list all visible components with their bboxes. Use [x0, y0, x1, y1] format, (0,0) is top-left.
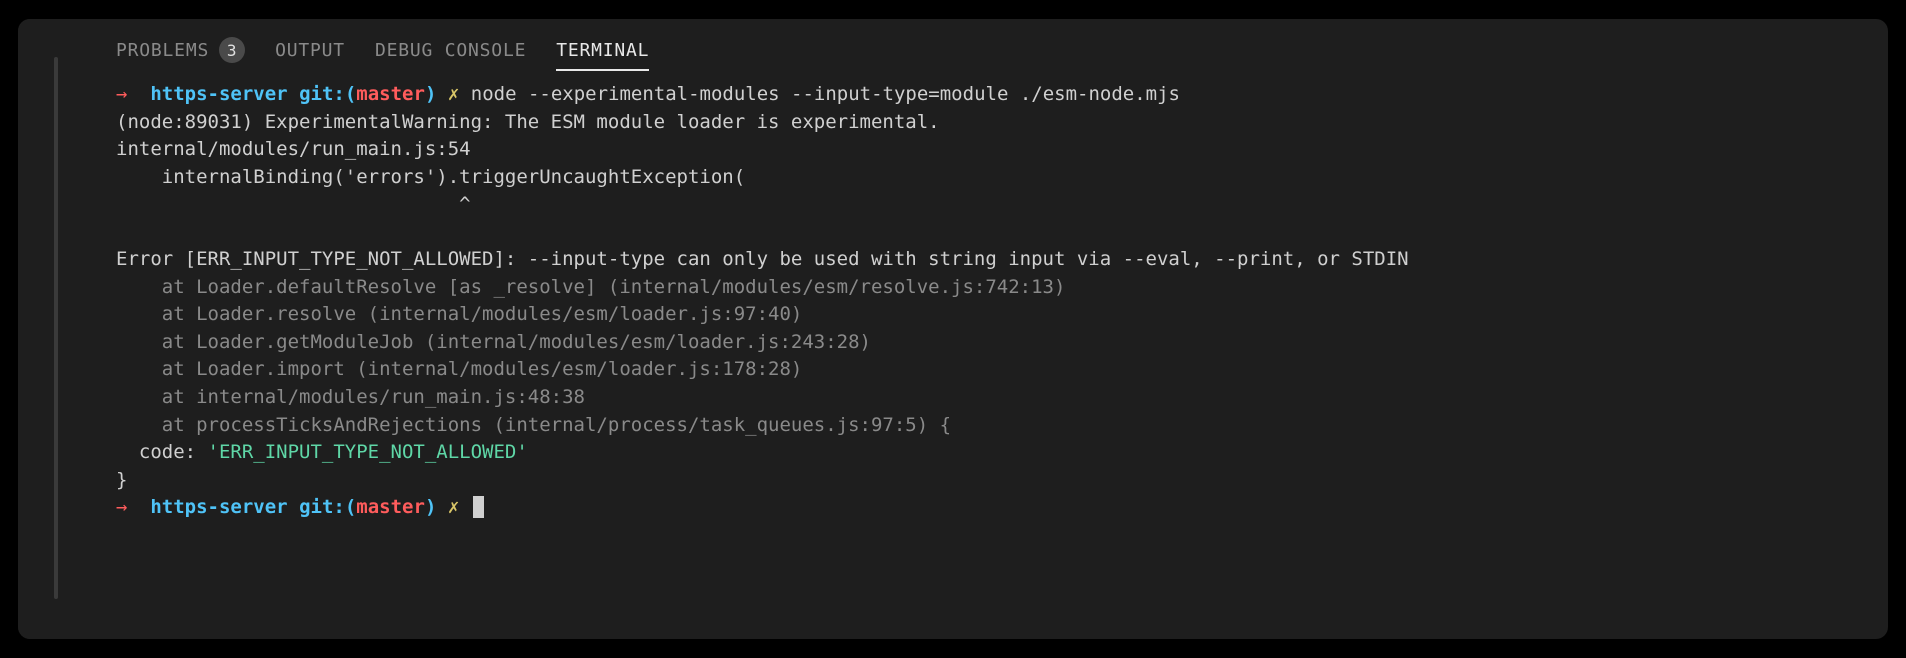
output-line: ^	[116, 193, 471, 215]
stack-trace-line: at Loader.defaultResolve [as _resolve] (…	[116, 276, 1065, 298]
prompt-paren-close: )	[425, 496, 436, 518]
prompt-paren-close: )	[425, 83, 436, 105]
output-line: internalBinding('errors').triggerUncaugh…	[116, 166, 745, 188]
terminal-cursor	[473, 496, 484, 518]
stack-trace-line: at Loader.import (internal/modules/esm/l…	[116, 358, 802, 380]
panel-content: PROBLEMS 3 OUTPUT DEBUG CONSOLE TERMINAL…	[78, 19, 1888, 522]
error-code-line: code: 'ERR_INPUT_TYPE_NOT_ALLOWED'	[116, 441, 528, 463]
prompt-arrow-icon: →	[116, 83, 127, 105]
tab-output[interactable]: OUTPUT	[275, 40, 345, 61]
tab-debug-label: DEBUG CONSOLE	[375, 40, 526, 61]
tab-problems-label: PROBLEMS	[116, 40, 209, 61]
panel-tabs: PROBLEMS 3 OUTPUT DEBUG CONSOLE TERMINAL	[78, 37, 1888, 81]
terminal-panel: PROBLEMS 3 OUTPUT DEBUG CONSOLE TERMINAL…	[18, 19, 1888, 639]
prompt-directory: https-server	[150, 496, 287, 518]
prompt-directory: https-server	[150, 83, 287, 105]
dirty-icon: ✗	[448, 496, 459, 518]
output-line: internal/modules/run_main.js:54	[116, 138, 471, 160]
output-error-line: Error [ERR_INPUT_TYPE_NOT_ALLOWED]: --in…	[116, 248, 1409, 270]
terminal-command: node --experimental-modules --input-type…	[471, 83, 1180, 105]
tab-debug-console[interactable]: DEBUG CONSOLE	[375, 40, 526, 61]
stack-trace-line: at internal/modules/run_main.js:48:38	[116, 386, 585, 408]
tab-output-label: OUTPUT	[275, 40, 345, 61]
output-line: }	[116, 469, 127, 491]
gutter-bar	[54, 57, 58, 599]
stack-trace-line: at Loader.resolve (internal/modules/esm/…	[116, 303, 802, 325]
prompt-arrow-icon: →	[116, 496, 127, 518]
prompt-paren-open: (	[345, 496, 356, 518]
terminal-output[interactable]: → https-server git:(master) ✗ node --exp…	[78, 81, 1888, 522]
prompt-branch: master	[356, 83, 425, 105]
error-code-key: code:	[116, 441, 208, 463]
stack-trace-line: at processTicksAndRejections (internal/p…	[116, 414, 951, 436]
prompt-line-1: → https-server git:(master) ✗ node --exp…	[116, 83, 1180, 105]
panel-gutter	[18, 19, 58, 639]
prompt-line-2: → https-server git:(master) ✗	[116, 496, 484, 518]
problems-count-badge: 3	[219, 37, 245, 63]
dirty-icon: ✗	[448, 83, 459, 105]
stack-trace-line: at Loader.getModuleJob (internal/modules…	[116, 331, 871, 353]
prompt-git-label: git:	[299, 83, 345, 105]
prompt-git-label: git:	[299, 496, 345, 518]
output-line: (node:89031) ExperimentalWarning: The ES…	[116, 111, 940, 133]
prompt-paren-open: (	[345, 83, 356, 105]
tab-terminal[interactable]: TERMINAL	[556, 40, 649, 61]
tab-terminal-label: TERMINAL	[556, 40, 649, 61]
prompt-branch: master	[356, 496, 425, 518]
error-code-value: 'ERR_INPUT_TYPE_NOT_ALLOWED'	[208, 441, 528, 463]
tab-problems[interactable]: PROBLEMS 3	[116, 37, 245, 63]
